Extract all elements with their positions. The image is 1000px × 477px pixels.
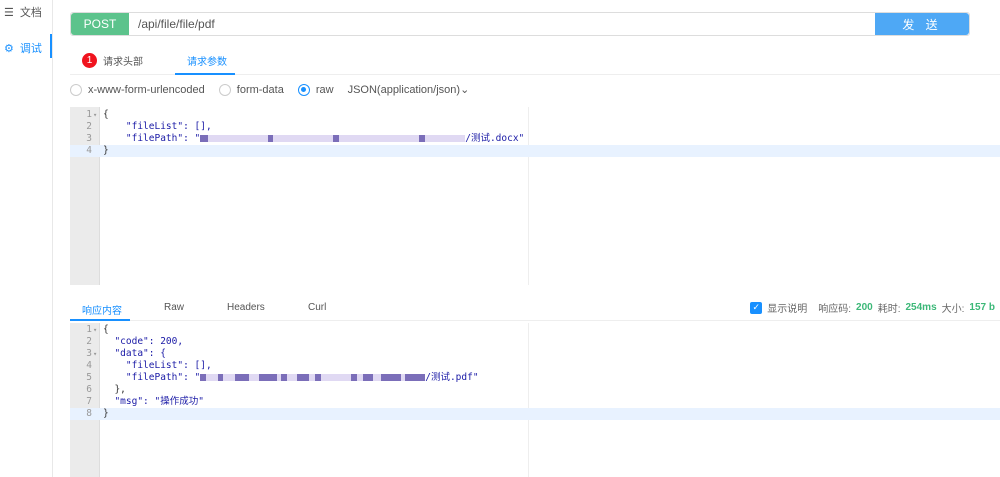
method-select[interactable]: POST xyxy=(71,13,129,35)
response-size: 157 b xyxy=(969,302,995,313)
tab-headers[interactable]: 1 请求头部 xyxy=(82,53,143,68)
chevron-down-icon: ⌄ xyxy=(460,84,470,96)
response-meta: ✓ 显示说明 响应码: 200 耗时: 254ms 大小: 157 b xyxy=(750,300,995,315)
code-line: 5 "filePath": "/测试.pdf" xyxy=(86,372,479,383)
radio-circle xyxy=(70,83,82,96)
code-line: 8} xyxy=(70,408,1000,420)
debug-icon: ⚙ xyxy=(4,42,14,55)
body-type-group: x-www-form-urlencoded form-data raw JSON… xyxy=(70,83,469,96)
code-line: 4} xyxy=(70,145,1000,157)
response-tabs: 响应内容 Raw Headers Curl ✓ 显示说明 响应码: 200 耗时:… xyxy=(70,297,1000,321)
radio-form-data[interactable]: form-data xyxy=(218,83,284,96)
tab-params[interactable]: 请求参数 xyxy=(187,53,227,68)
code-line: 6 }, xyxy=(86,384,126,395)
doc-icon: ☰ xyxy=(4,6,14,19)
sidebar-item-docs[interactable]: ☰ 文档 xyxy=(4,4,42,20)
code-line: 1 ▾{ xyxy=(86,109,109,120)
code-line: 3 ▾ "data": { xyxy=(86,348,166,359)
code-line: 4 "fileList": [], xyxy=(86,360,212,371)
tab-response-content[interactable]: 响应内容 xyxy=(82,302,122,317)
code-line: 2 "fileList": [], xyxy=(86,121,212,132)
show-desc-checkbox[interactable]: ✓ xyxy=(750,301,763,314)
headers-count-badge: 1 xyxy=(82,53,97,68)
response-body-editor[interactable]: 1 ▾{ 2 "code": 200, 3 ▾ "data": { 4 "fileL… xyxy=(70,323,1000,477)
tab-underline xyxy=(70,319,130,321)
raw-format-select[interactable]: JSON(application/json)⌄ xyxy=(348,83,470,96)
tab-headers-response[interactable]: Headers xyxy=(227,302,265,313)
request-body-editor[interactable]: 1 ▾{ 2 "fileList": [], 3 "filePath": "/测试… xyxy=(70,107,1000,285)
response-time: 254ms xyxy=(905,302,937,313)
fold-icon: ▾ xyxy=(93,350,98,358)
code-line: 7 "msg": "操作成功" xyxy=(86,396,204,407)
sidebar: ☰ 文档 ⚙ 调试 xyxy=(0,0,53,477)
code-line: 2 "code": 200, xyxy=(86,336,184,347)
send-button[interactable]: 发 送 xyxy=(875,13,969,35)
status-code: 200 xyxy=(856,302,873,313)
tab-raw[interactable]: Raw xyxy=(164,302,184,313)
fold-icon: ▾ xyxy=(93,326,98,334)
tab-underline xyxy=(175,73,235,75)
sidebar-item-debug[interactable]: ⚙ 调试 xyxy=(4,40,42,56)
tab-curl[interactable]: Curl xyxy=(308,302,326,313)
code-line: 3 "filePath": "/测试.docx" xyxy=(86,133,525,144)
radio-circle xyxy=(297,83,310,96)
radio-circle xyxy=(218,83,231,96)
radio-urlencoded[interactable]: x-www-form-urlencoded xyxy=(70,83,205,96)
request-tabs: 1 请求头部 请求参数 xyxy=(70,46,1000,75)
active-indicator xyxy=(50,34,52,58)
url-input[interactable]: /api/file/file/pdf xyxy=(129,13,875,35)
code-line: 1 ▾{ xyxy=(86,324,109,335)
fold-icon: ▾ xyxy=(93,111,98,119)
request-bar: POST /api/file/file/pdf 发 送 xyxy=(70,12,970,36)
radio-raw[interactable]: raw xyxy=(297,83,334,96)
